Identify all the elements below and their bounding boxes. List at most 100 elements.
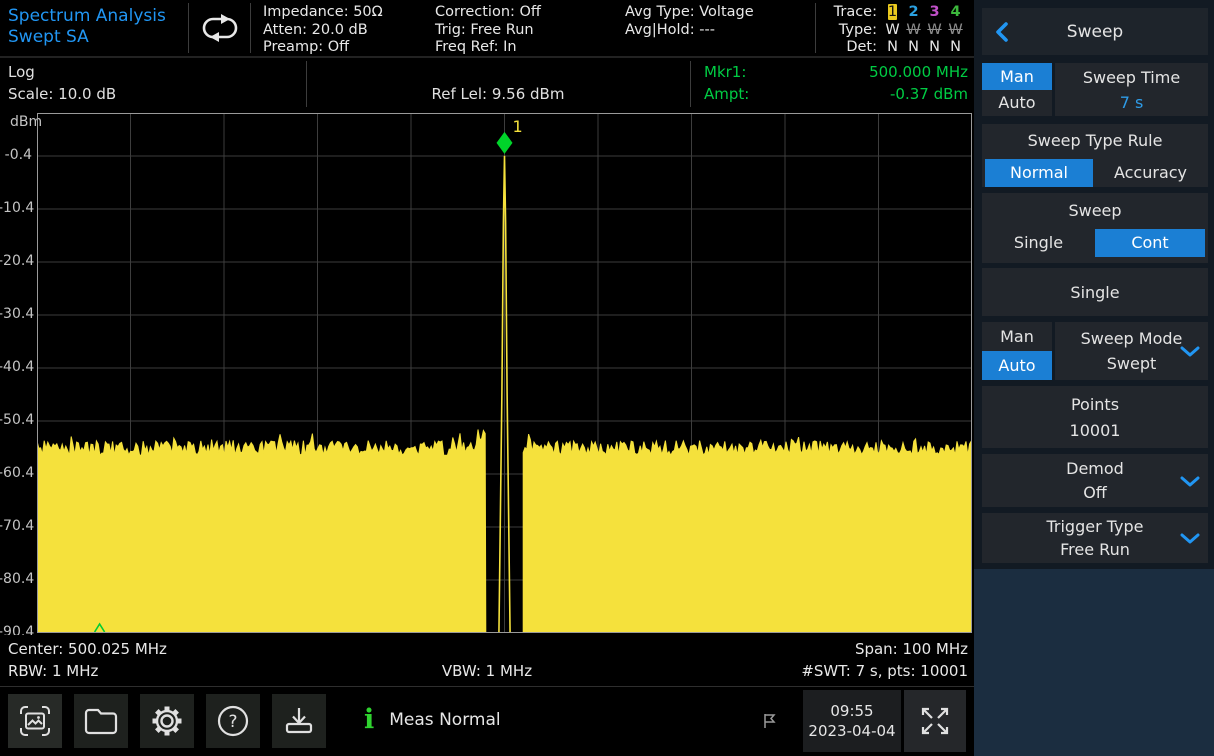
sweep-type-normal-option[interactable]: Normal: [985, 159, 1093, 187]
correction-settings-group: Correction: Off Trig: Free Run Freq Ref:…: [435, 0, 625, 56]
measurement-status: i Meas Normal: [364, 708, 501, 732]
flag-indicator: [761, 712, 777, 729]
trace-4-button[interactable]: 4: [945, 4, 966, 22]
input-settings-group: Impedance: 50Ω Atten: 20.0 dB Preamp: Of…: [263, 0, 435, 56]
sweep-single-option[interactable]: Single: [982, 233, 1095, 252]
y-tick-label: -10.4: [0, 200, 32, 216]
y-axis-tick-labels: -0.4-10.4-20.4-30.4-40.4-50.4-60.4-70.4-…: [0, 111, 34, 635]
mode-title: Spectrum Analysis Swept SA: [0, 0, 188, 56]
mode-title-line2: Swept SA: [8, 27, 188, 48]
info-icon: i: [364, 708, 374, 732]
trace-3-det: N: [924, 39, 945, 57]
sweep-type-rule-panel: Sweep Type Rule Normal Accuracy: [982, 124, 1208, 187]
sweep-cont-option[interactable]: Cont: [1095, 229, 1205, 257]
help-icon: ?: [216, 704, 250, 738]
sweep-type-rule-label: Sweep Type Rule: [982, 131, 1208, 158]
chevron-down-icon: [1180, 346, 1200, 357]
trace-2-det: N: [903, 39, 924, 57]
sweep-time-value: 7 s: [1120, 90, 1144, 115]
flag-icon: [761, 712, 777, 729]
trace-1-badge[interactable]: 1: [882, 4, 903, 22]
trace-1-type: W: [882, 22, 903, 40]
settings-button[interactable]: [140, 694, 194, 748]
sweep-mode-dropdown[interactable]: Sweep Mode Swept: [1055, 322, 1208, 380]
sweep-mode-panel: Man Auto Sweep Mode Swept: [982, 322, 1208, 380]
trace-1-det: N: [882, 39, 903, 57]
center-freq-readout: Center: 500.025 MHz: [8, 640, 167, 658]
trace-2-type: W: [903, 22, 924, 40]
y-tick-label: -60.4: [0, 465, 32, 481]
sweep-time-button[interactable]: Sweep Time 7 s: [1055, 63, 1208, 116]
gear-icon: [149, 703, 185, 739]
display-column: Spectrum Analysis Swept SA Impedance: 50…: [0, 0, 974, 756]
sweep-time-auto-option[interactable]: Auto: [982, 90, 1052, 117]
sweep-menu-sidebar: Sweep Man Auto Sweep Time 7 s Sweep Type…: [974, 0, 1214, 756]
sweep-mode-man-auto-toggle: Man Auto: [982, 322, 1052, 380]
points-value: 10001: [982, 418, 1208, 444]
y-tick-label: -20.4: [0, 253, 32, 269]
marker-freq-label: Mkr1:: [704, 63, 746, 81]
sweep-mode-man-option[interactable]: Man: [982, 322, 1052, 351]
points-button[interactable]: Points 10001: [982, 386, 1208, 448]
demod-dropdown[interactable]: Demod Off: [982, 454, 1208, 507]
avg-type-readout: Avg Type: Voltage: [625, 4, 815, 22]
marker-freq-value: 500.000 MHz: [869, 63, 968, 81]
save-button[interactable]: [272, 694, 326, 748]
sidebar-empty-area: [974, 569, 1214, 756]
demod-value: Off: [982, 481, 1208, 505]
clock-time: 09:55: [830, 701, 873, 721]
scale-per-div: Scale: 10.0 dB: [8, 85, 116, 103]
sweep-toggle-label: Sweep: [982, 201, 1208, 228]
fullscreen-button[interactable]: [904, 690, 966, 752]
back-chevron-icon: [994, 21, 1010, 43]
type-row-label: Type:: [834, 22, 882, 40]
trig-readout: Trig: Free Run: [435, 22, 625, 40]
chart-annotation-header: Log Scale: 10.0 dB Ref Lel: 9.56 dBm Mkr…: [0, 58, 974, 111]
file-manager-button[interactable]: [74, 694, 128, 748]
single-sweep-label: Single: [1070, 283, 1119, 302]
sweep-type-accuracy-option[interactable]: Accuracy: [1093, 163, 1208, 182]
marker-ampt-label: Ampt:: [704, 85, 749, 103]
separator: [690, 61, 691, 107]
trace-status-block: Trace: 1 2 3 4 Type: W W W W Det: N N N …: [816, 0, 974, 56]
sweep-mode-value: Swept: [1107, 351, 1157, 376]
sidebar-header: Sweep: [982, 8, 1208, 55]
sweep-cont-panel: Sweep Single Cont: [982, 193, 1208, 263]
y-tick-label: -80.4: [0, 571, 32, 587]
trigger-type-dropdown[interactable]: Trigger Type Free Run: [982, 513, 1208, 563]
spectrum-analyzer-app: Spectrum Analysis Swept SA Impedance: 50…: [0, 0, 1214, 756]
marker-1-number-label: 1: [513, 117, 523, 136]
sweep-mode-label: Sweep Mode: [1081, 326, 1183, 351]
avg-hold-readout: Avg|Hold: ---: [625, 22, 815, 40]
spectrum-plot-area: dBm -0.4-10.4-20.4-30.4-40.4-50.4-60.4-7…: [0, 111, 974, 635]
trace-3-button[interactable]: 3: [924, 4, 945, 22]
trace-row-label: Trace:: [834, 4, 882, 22]
back-button[interactable]: [994, 21, 1010, 43]
trigger-type-value: Free Run: [982, 538, 1208, 561]
sweep-time-label: Sweep Time: [1083, 65, 1180, 90]
fullscreen-arrows-icon: [918, 704, 952, 738]
sweep-time-man-option[interactable]: Man: [982, 63, 1052, 90]
chevron-down-icon: [1180, 533, 1200, 544]
meas-status-label: Meas Normal: [389, 710, 500, 730]
amplitude-scale-type: Log: [8, 63, 35, 81]
help-button[interactable]: ?: [206, 694, 260, 748]
separator: [250, 3, 251, 53]
spectrum-trace-plot[interactable]: 1: [37, 113, 972, 633]
single-sweep-button[interactable]: Single: [982, 268, 1208, 316]
sweep-mode-auto-option[interactable]: Auto: [982, 351, 1052, 380]
span-readout: Span: 100 MHz: [855, 640, 968, 658]
sidebar-title: Sweep: [982, 22, 1208, 42]
y-tick-label: -50.4: [0, 412, 32, 428]
trace-2-button[interactable]: 2: [903, 4, 924, 22]
repeat-icon: [197, 12, 243, 44]
marker-1-diamond[interactable]: [497, 132, 513, 154]
bottom-toolbar: ? i Meas Normal: [0, 686, 974, 754]
screenshot-button[interactable]: [8, 694, 62, 748]
sweep-time-panel: Man Auto Sweep Time 7 s: [982, 63, 1208, 116]
clock-date: 2023-04-04: [808, 721, 895, 741]
correction-readout: Correction: Off: [435, 4, 625, 22]
continuous-sweep-button[interactable]: [189, 0, 250, 56]
demod-label: Demod: [982, 457, 1208, 481]
datetime-display[interactable]: 09:55 2023-04-04: [803, 690, 901, 752]
